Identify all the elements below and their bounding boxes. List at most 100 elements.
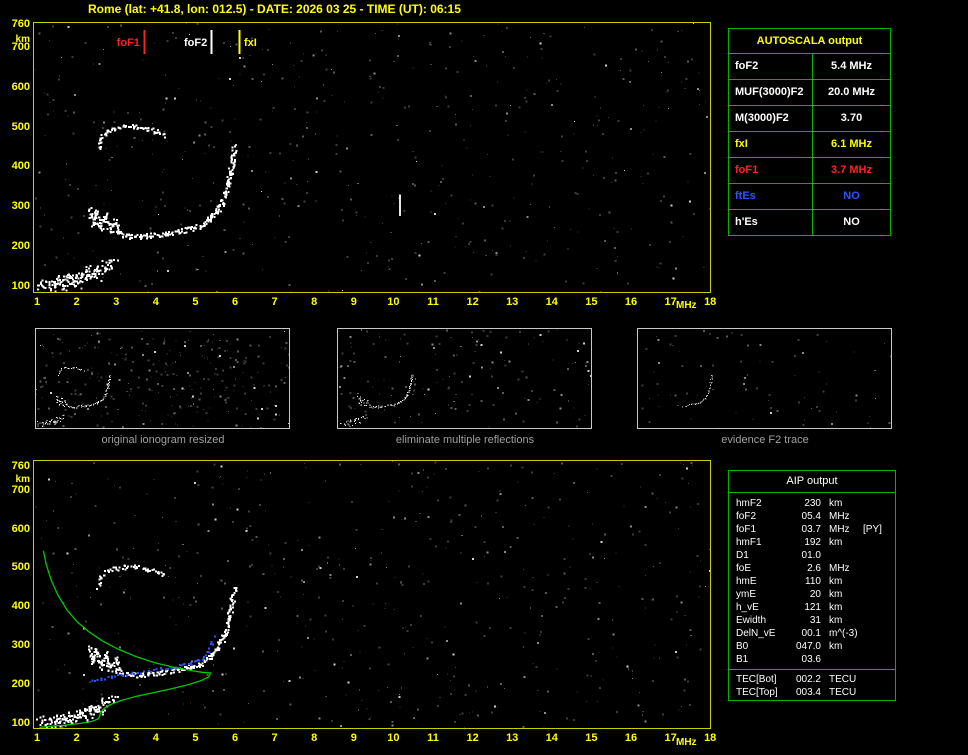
aip-av: 002.2 bbox=[795, 674, 821, 685]
main-x-tick-label: 5 bbox=[192, 296, 199, 308]
main-y-tick-label: 300 bbox=[11, 200, 30, 213]
autoscala-row: foF1 3.7 MHz bbox=[729, 157, 890, 183]
main-y-tick-label: 600 bbox=[11, 81, 30, 94]
aip-au: MHz bbox=[829, 563, 850, 574]
marker-label-fxI: fxI bbox=[243, 37, 257, 49]
autoscala-value: 3.70 bbox=[840, 112, 863, 124]
aip-au: km bbox=[829, 537, 843, 548]
aip-av: 05.4 bbox=[801, 511, 821, 522]
bottom-x-tick-label: 16 bbox=[624, 732, 638, 744]
aip-au: km bbox=[829, 576, 843, 587]
aip-row: ymE 20 km bbox=[729, 588, 895, 601]
aip-row: hmF2 230 km bbox=[729, 497, 895, 510]
page-title: Rome (lat: +41.8, lon: 012.5) - DATE: 20… bbox=[88, 2, 461, 16]
bottom-x-tick-label: 11 bbox=[427, 732, 439, 744]
autoscala-param: MUF(3000)F2 bbox=[729, 80, 813, 105]
aip-au: km bbox=[829, 498, 843, 509]
bottom-x-tick-label: 10 bbox=[387, 732, 400, 744]
aip-au: MHz bbox=[829, 511, 850, 522]
aip-row: Ewidth 31 km bbox=[729, 614, 895, 627]
autoscala-row: MUF(3000)F2 20.0 MHz bbox=[729, 79, 890, 105]
main-y-tick-label: 400 bbox=[11, 160, 30, 173]
main-x-tick-label: 17 bbox=[664, 296, 677, 308]
marker-label-foF1: foF1 bbox=[116, 37, 140, 49]
profile-ionogram-canvas bbox=[35, 461, 710, 728]
autoscala-param: ftEs bbox=[729, 184, 813, 209]
aip-row: foF1 03.7 MHz [PY] bbox=[729, 523, 895, 536]
aip-ap: foF1 bbox=[736, 524, 757, 535]
autoscala-param: foF2 bbox=[729, 54, 813, 79]
autoscala-value: 5.4 MHz bbox=[831, 60, 872, 72]
main-x-tick-label: 9 bbox=[350, 296, 357, 308]
bottom-y-tick-label: 300 bbox=[11, 638, 30, 651]
aip-row: hmE 110 km bbox=[729, 575, 895, 588]
autoscala-row: M(3000)F2 3.70 bbox=[729, 105, 890, 131]
aip-av: 230 bbox=[804, 498, 821, 509]
main-x-tick-label: 6 bbox=[231, 296, 239, 308]
profile-ionogram-plot bbox=[33, 460, 711, 729]
main-x-tick-label: 12 bbox=[466, 296, 479, 308]
autoscala-row: foF2 5.4 MHz bbox=[729, 53, 890, 79]
main-ionogram-plot bbox=[33, 22, 711, 293]
main-x-tick-label: 1 bbox=[33, 296, 41, 308]
main-x-tick-label: 4 bbox=[152, 296, 159, 308]
bottom-x-tick-label: 8 bbox=[311, 732, 318, 744]
autoscala-param: foF1 bbox=[729, 158, 813, 183]
aip-av: 03.7 bbox=[801, 524, 821, 535]
marker-label-foF2: foF2 bbox=[184, 37, 208, 49]
bottom-x-tick-label: 3 bbox=[113, 732, 120, 744]
autoscala-table-title: AUTOSCALA output bbox=[756, 35, 863, 47]
bottom-x-tick-label: 14 bbox=[545, 732, 558, 744]
main-x-tick-label: 3 bbox=[113, 296, 120, 308]
aip-row: foE 2.6 MHz bbox=[729, 562, 895, 575]
autoscala-value: NO bbox=[843, 190, 860, 202]
aip-av: 2.6 bbox=[807, 563, 821, 574]
aip-row: DelN_vE 00.1 m^(-3) bbox=[729, 627, 895, 640]
main-x-tick-label: 15 bbox=[585, 296, 598, 308]
bottom-x-tick-label: 7 bbox=[271, 732, 278, 744]
bottom-y-axis-unit: km bbox=[15, 474, 30, 485]
aip-ap: D1 bbox=[736, 550, 749, 561]
aip-ap: hmF2 bbox=[736, 498, 762, 509]
main-x-tick-label: 11 bbox=[427, 296, 439, 308]
aip-au: m^(-3) bbox=[829, 628, 858, 639]
main-x-tick-label: 16 bbox=[624, 296, 638, 308]
bottom-x-tick-label: 9 bbox=[350, 732, 357, 744]
aip-an: [PY] bbox=[863, 524, 882, 535]
bottom-y-tick-label: 500 bbox=[11, 561, 30, 574]
aip-ap: h_vE bbox=[736, 602, 759, 613]
aip-row: foF2 05.4 MHz bbox=[729, 510, 895, 523]
bottom-y-tick-label: 760 bbox=[11, 460, 30, 473]
thumbnail-f2-trace bbox=[637, 328, 892, 429]
aip-ap: B1 bbox=[736, 654, 749, 665]
bottom-y-tick-label: 200 bbox=[11, 677, 30, 690]
aip-ap: TEC[Bot] bbox=[736, 674, 777, 685]
aip-row: h_vE 121 km bbox=[729, 601, 895, 614]
aip-au bbox=[829, 653, 859, 666]
aip-row: D1 01.0 bbox=[729, 549, 895, 562]
aip-ap: Ewidth bbox=[736, 615, 767, 626]
bottom-y-tick-label: 400 bbox=[11, 600, 30, 613]
autoscala-param: h'Es bbox=[729, 210, 813, 235]
main-x-tick-label: 18 bbox=[704, 296, 717, 308]
autoscala-output-table: AUTOSCALA output foF2 5.4 MHz MUF(3000)F2 2… bbox=[728, 28, 891, 236]
bottom-x-tick-label: 4 bbox=[152, 732, 159, 744]
aip-av: 31 bbox=[809, 615, 821, 626]
bottom-x-tick-label: 17 bbox=[664, 732, 677, 744]
autoscala-row: ftEs NO bbox=[729, 183, 890, 209]
aip-au: km bbox=[829, 602, 843, 613]
aip-av: 192 bbox=[804, 537, 821, 548]
main-x-axis-unit: MHz bbox=[676, 300, 697, 311]
aip-row: hmF1 192 km bbox=[729, 536, 895, 549]
main-ionogram-canvas bbox=[34, 23, 710, 292]
thumbnail-caption: original ionogram resized bbox=[101, 434, 225, 446]
aip-row: B1 03.6 bbox=[729, 653, 895, 666]
main-y-tick-label: 100 bbox=[11, 279, 30, 292]
bottom-x-tick-label: 15 bbox=[585, 732, 598, 744]
aip-av: 03.6 bbox=[801, 654, 821, 665]
aip-ap: TEC[Top] bbox=[736, 687, 778, 698]
aip-ap: DelN_vE bbox=[736, 628, 776, 639]
aip-av: 003.4 bbox=[795, 687, 821, 698]
autoscala-row: fxI 6.1 MHz bbox=[729, 131, 890, 157]
aip-au: TECU bbox=[829, 674, 857, 685]
